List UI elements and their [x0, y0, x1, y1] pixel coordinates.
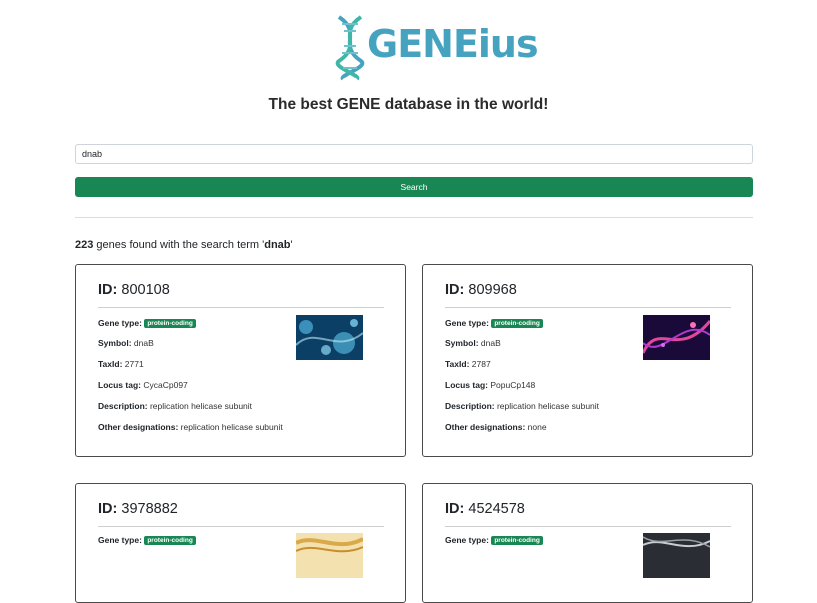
taxid-value: 2771	[124, 359, 144, 369]
search-button[interactable]: Search	[75, 177, 753, 197]
gene-id-value: 809968	[468, 282, 517, 298]
logo-text: GENEius	[367, 22, 539, 66]
other-designations-value: none	[527, 422, 547, 432]
page-tagline: The best GENE database in the world!	[268, 96, 549, 113]
gene-type-label: Gene type:	[445, 318, 489, 328]
gene-id-value: 3978882	[121, 501, 178, 517]
taxid-field: TaxId: 2771	[98, 359, 144, 369]
description-value: replication helicase subunit	[149, 401, 253, 411]
symbol-value: dnaB	[133, 338, 154, 348]
gene-id: ID: 4524578	[445, 501, 525, 517]
blue-cell-image	[296, 315, 363, 360]
other-designations-field: Other designations: replication helicase…	[98, 422, 283, 432]
symbol-field: Symbol: dnaB	[445, 338, 501, 348]
results-text-end: '	[290, 239, 293, 251]
gene-type-field: Gene type: protein-coding	[445, 318, 543, 328]
description-field: Description: replication helicase subuni…	[98, 401, 252, 411]
gene-type-label: Gene type:	[445, 535, 489, 545]
locus-tag-label: Locus tag:	[445, 380, 488, 390]
gene-type-badge: protein-coding	[144, 536, 196, 545]
gene-type-label: Gene type:	[98, 318, 142, 328]
divider	[75, 217, 753, 218]
other-designations-label: Other designations:	[98, 422, 179, 432]
description-label: Description:	[98, 401, 148, 411]
results-term: dnab	[264, 239, 291, 251]
taxid-value: 2787	[471, 359, 491, 369]
gray-dna-image	[643, 533, 710, 578]
gene-type-field: Gene type: protein-coding	[98, 318, 196, 328]
gene-id-value: 800108	[121, 282, 170, 298]
id-label: ID:	[98, 282, 118, 298]
symbol-label: Symbol:	[445, 338, 479, 348]
pink-dna-image	[643, 315, 710, 360]
card-divider	[98, 307, 384, 308]
description-field: Description: replication helicase subuni…	[445, 401, 599, 411]
results-summary: 223 genes found with the search term 'dn…	[75, 239, 293, 251]
gene-id: ID: 3978882	[98, 501, 178, 517]
gene-type-badge: protein-coding	[144, 319, 196, 328]
other-designations-label: Other designations:	[445, 422, 526, 432]
other-designations-field: Other designations: none	[445, 422, 547, 432]
locus-tag-label: Locus tag:	[98, 380, 141, 390]
taxid-field: TaxId: 2787	[445, 359, 491, 369]
symbol-label: Symbol:	[98, 338, 132, 348]
description-label: Description:	[445, 401, 495, 411]
gene-type-badge: protein-coding	[491, 536, 543, 545]
gene-card[interactable]: ID: 800108 Gene type: protein-coding Sym…	[75, 264, 406, 457]
gene-card[interactable]: ID: 3978882 Gene type: protein-coding	[75, 483, 406, 603]
id-label: ID:	[445, 501, 465, 517]
locus-tag-value: CycaCp097	[143, 380, 188, 390]
gene-id-value: 4524578	[468, 501, 525, 517]
symbol-value: dnaB	[480, 338, 501, 348]
gene-type-field: Gene type: protein-coding	[98, 535, 196, 545]
yellow-dna-image	[296, 533, 363, 578]
search-input[interactable]	[75, 144, 753, 164]
gene-id: ID: 809968	[445, 282, 517, 298]
description-value: replication helicase subunit	[496, 401, 600, 411]
id-label: ID:	[98, 501, 118, 517]
gene-card[interactable]: ID: 809968 Gene type: protein-coding Sym…	[422, 264, 753, 457]
id-label: ID:	[445, 282, 465, 298]
taxid-label: TaxId:	[445, 359, 470, 369]
taxid-label: TaxId:	[98, 359, 123, 369]
other-designations-value: replication helicase subunit	[180, 422, 283, 432]
locus-tag-field: Locus tag: PopuCp148	[445, 380, 535, 390]
card-divider	[98, 526, 384, 527]
card-divider	[445, 307, 731, 308]
gene-type-label: Gene type:	[98, 535, 142, 545]
locus-tag-value: PopuCp148	[490, 380, 536, 390]
dna-helix-icon	[335, 15, 365, 81]
gene-card[interactable]: ID: 4524578 Gene type: protein-coding	[422, 483, 753, 603]
gene-type-field: Gene type: protein-coding	[445, 535, 543, 545]
card-divider	[445, 526, 731, 527]
gene-type-badge: protein-coding	[491, 319, 543, 328]
locus-tag-field: Locus tag: CycaCp097	[98, 380, 188, 390]
symbol-field: Symbol: dnaB	[98, 338, 154, 348]
gene-id: ID: 800108	[98, 282, 170, 298]
results-text: genes found with the search term '	[93, 239, 265, 251]
results-count: 223	[75, 239, 94, 251]
